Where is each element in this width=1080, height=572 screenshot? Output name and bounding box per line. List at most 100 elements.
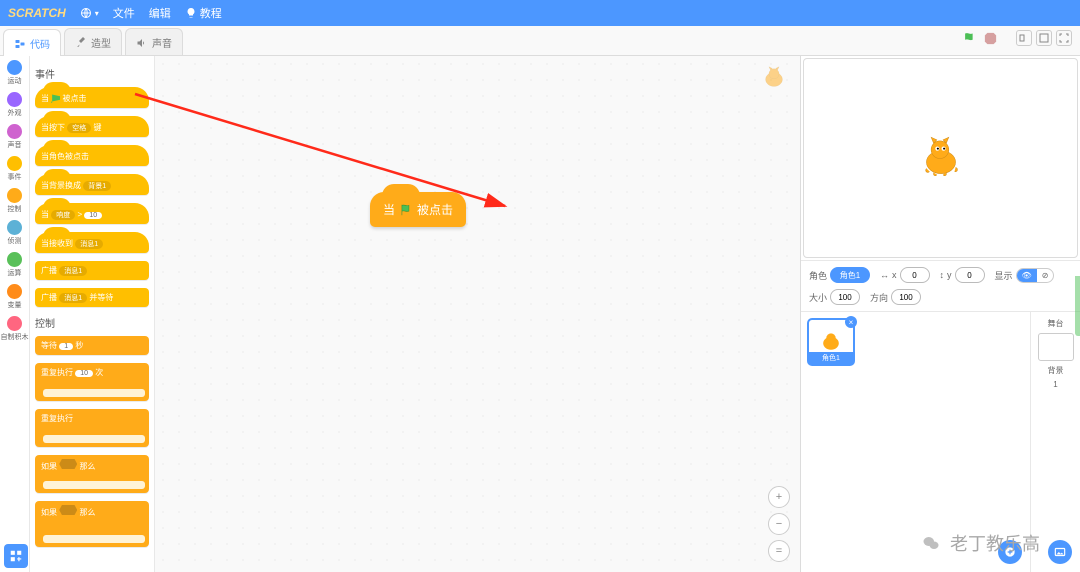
category-label: 运动 bbox=[8, 76, 22, 86]
sprite-name-label: 角色 bbox=[809, 269, 827, 282]
category-label: 外观 bbox=[8, 108, 22, 118]
block-repeat[interactable]: 重复执行 10 次 bbox=[35, 363, 149, 401]
category-dot bbox=[7, 60, 22, 75]
direction-label: 方向 bbox=[870, 291, 888, 304]
eye-off-icon: ⊘ bbox=[1037, 269, 1054, 282]
block-when-receive[interactable]: 当接收到 消息1 bbox=[35, 232, 149, 253]
stage[interactable] bbox=[803, 58, 1078, 258]
fullscreen-button[interactable] bbox=[1056, 30, 1072, 46]
category-dot bbox=[7, 92, 22, 107]
eye-icon: 👁 bbox=[1017, 269, 1037, 282]
sound-icon bbox=[136, 37, 148, 49]
stage-large-button[interactable] bbox=[1036, 30, 1052, 46]
logo: SCRATCH bbox=[8, 6, 66, 20]
category-label: 自制积木 bbox=[1, 332, 29, 342]
category-运算[interactable]: 运算 bbox=[7, 252, 22, 278]
xy-icon: ↕ bbox=[940, 270, 945, 280]
delete-sprite-button[interactable]: × bbox=[845, 316, 857, 328]
sprite-thumb-label: 角色1 bbox=[809, 352, 853, 364]
tab-sounds-label: 声音 bbox=[152, 35, 172, 50]
tutorials-label: 教程 bbox=[200, 5, 222, 21]
block-when-key-pressed[interactable]: 当按下 空格 键 bbox=[35, 116, 149, 137]
lightbulb-icon bbox=[185, 7, 197, 19]
cat-plus-icon bbox=[1003, 545, 1017, 559]
category-控制[interactable]: 控制 bbox=[7, 188, 22, 214]
block-when-flag-clicked[interactable]: 当 被点击 bbox=[35, 87, 149, 108]
events-section-title: 事件 bbox=[35, 66, 149, 81]
zoom-reset-button[interactable]: = bbox=[768, 540, 790, 562]
block-if[interactable]: 如果 那么 bbox=[35, 455, 149, 493]
script-area[interactable]: 当 被点击 + − = bbox=[155, 56, 800, 572]
sprite-on-stage[interactable] bbox=[915, 132, 967, 184]
sprite-name-input[interactable] bbox=[830, 267, 870, 283]
category-事件[interactable]: 事件 bbox=[7, 156, 22, 182]
zoom-in-button[interactable]: + bbox=[768, 486, 790, 508]
category-声音[interactable]: 声音 bbox=[7, 124, 22, 150]
add-sprite-button[interactable] bbox=[998, 540, 1022, 564]
category-label: 控制 bbox=[8, 204, 22, 214]
sprite-x-input[interactable] bbox=[900, 267, 930, 283]
block-when-sprite-clicked[interactable]: 当角色被点击 bbox=[35, 145, 149, 166]
category-dot bbox=[7, 188, 22, 203]
tab-costumes-label: 造型 bbox=[91, 35, 111, 50]
sprite-thumbnail[interactable]: × 角色1 bbox=[807, 318, 855, 366]
show-label: 显示 bbox=[995, 269, 1013, 282]
zoom-out-button[interactable]: − bbox=[768, 513, 790, 535]
xy-icon: ↔ bbox=[880, 270, 889, 280]
category-label: 声音 bbox=[8, 140, 22, 150]
category-变量[interactable]: 变量 bbox=[7, 284, 22, 310]
stop-button[interactable] bbox=[983, 31, 998, 46]
category-label: 事件 bbox=[8, 172, 22, 182]
sprite-size-input[interactable] bbox=[830, 289, 860, 305]
category-侦测[interactable]: 侦测 bbox=[7, 220, 22, 246]
stage-thumbnail[interactable] bbox=[1038, 333, 1074, 361]
flag-icon bbox=[51, 94, 60, 103]
block-palette: 事件 当 被点击 当按下 空格 键 当角色被点击 当背景换成 背景1 当 响度 … bbox=[30, 56, 155, 572]
zoom-controls: + − = bbox=[768, 486, 790, 562]
category-dot bbox=[7, 316, 22, 331]
tab-sounds[interactable]: 声音 bbox=[125, 28, 183, 55]
annotation-arrow bbox=[125, 76, 545, 256]
block-broadcast-wait[interactable]: 广播 消息1 并等待 bbox=[35, 288, 149, 307]
category-label: 变量 bbox=[8, 300, 22, 310]
tab-costumes[interactable]: 造型 bbox=[64, 28, 122, 55]
stage-small-button[interactable] bbox=[1016, 30, 1032, 46]
tab-code[interactable]: 代码 bbox=[3, 29, 61, 56]
block-when-greater-than[interactable]: 当 响度 > 10 bbox=[35, 203, 149, 224]
tutorials-menu[interactable]: 教程 bbox=[185, 5, 222, 21]
sprite-direction-input[interactable] bbox=[891, 289, 921, 305]
add-backdrop-button[interactable] bbox=[1048, 540, 1072, 564]
category-运动[interactable]: 运动 bbox=[7, 60, 22, 86]
category-label: 运算 bbox=[8, 268, 22, 278]
tab-code-label: 代码 bbox=[30, 36, 50, 51]
backdrop-label: 背景 bbox=[1048, 365, 1064, 376]
block-if-else[interactable]: 如果 那么 bbox=[35, 501, 149, 547]
brush-icon bbox=[75, 37, 87, 49]
category-dot bbox=[7, 124, 22, 139]
block-when-backdrop-switches[interactable]: 当背景换成 背景1 bbox=[35, 174, 149, 195]
visibility-toggle[interactable]: 👁⊘ bbox=[1016, 268, 1055, 283]
category-dot bbox=[7, 156, 22, 171]
menu-bar: SCRATCH ▾ 文件 编辑 教程 bbox=[0, 0, 1080, 26]
block-wait[interactable]: 等待 1 秒 bbox=[35, 336, 149, 355]
category-外观[interactable]: 外观 bbox=[7, 92, 22, 118]
code-icon bbox=[14, 38, 26, 50]
scrollbar-indicator bbox=[1075, 276, 1080, 336]
block-forever[interactable]: 重复执行 bbox=[35, 409, 149, 447]
add-extension-button[interactable] bbox=[4, 544, 28, 568]
language-menu[interactable]: ▾ bbox=[80, 7, 99, 19]
script-block-when-flag-clicked[interactable]: 当 被点击 bbox=[370, 192, 466, 227]
sprite-info-panel: 角色 ↔x ↕y 显示 👁⊘ 大小 方向 bbox=[801, 260, 1080, 311]
edit-menu[interactable]: 编辑 bbox=[149, 5, 171, 21]
main-area: 运动外观声音事件控制侦测运算变量自制积木 事件 当 被点击 当按下 空格 键 当… bbox=[0, 56, 1080, 572]
file-menu[interactable]: 文件 bbox=[113, 5, 135, 21]
stage-panel-title: 舞台 bbox=[1048, 318, 1064, 329]
sprite-y-input[interactable] bbox=[955, 267, 985, 283]
category-自制积木[interactable]: 自制积木 bbox=[1, 316, 29, 342]
control-section-title: 控制 bbox=[35, 315, 149, 330]
block-broadcast[interactable]: 广播 消息1 bbox=[35, 261, 149, 280]
green-flag-button[interactable] bbox=[962, 31, 977, 46]
category-dot bbox=[7, 284, 22, 299]
category-dot bbox=[7, 252, 22, 267]
globe-icon bbox=[80, 7, 92, 19]
